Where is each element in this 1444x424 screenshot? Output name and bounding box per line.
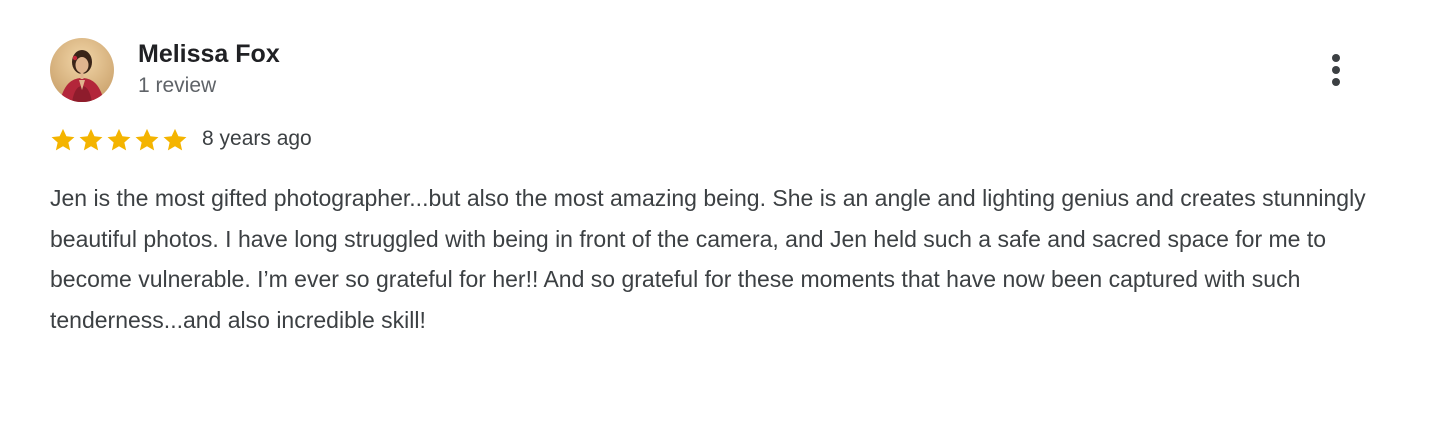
avatar-photo (50, 38, 114, 102)
star-rating (49, 126, 189, 154)
review-count: 1 review (138, 74, 217, 97)
star-icon (107, 128, 131, 151)
more-vert-icon (1332, 54, 1340, 62)
review-card: Melissa Fox 1 review 8 years ago Jen is … (0, 0, 1444, 424)
star-icon (51, 128, 75, 151)
star-icon (135, 128, 159, 151)
star-icon (163, 128, 187, 151)
review-date: 8 years ago (202, 127, 312, 150)
reviewer-name[interactable]: Melissa Fox (138, 38, 280, 70)
avatar[interactable] (50, 38, 114, 102)
more-options-button[interactable] (1316, 48, 1356, 92)
star-icon (79, 128, 103, 151)
review-text: Jen is the most gifted photographer...bu… (50, 185, 1366, 333)
